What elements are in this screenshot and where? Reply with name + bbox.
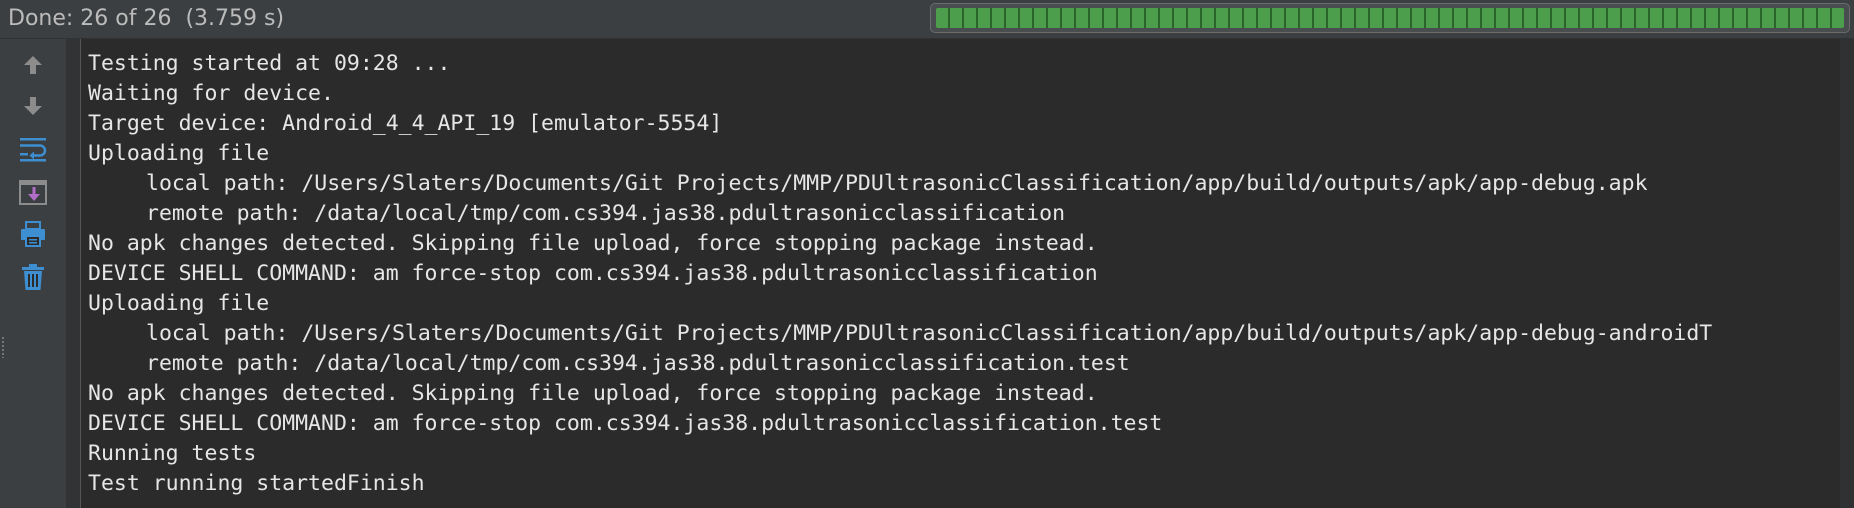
console-gutter <box>67 39 81 508</box>
console-line: local path: /Users/Slaters/Documents/Git… <box>146 171 1648 196</box>
test-status-text: Done: 26 of 26 (3.759 s) <box>8 6 285 31</box>
console-line: Testing started at 09:28 ... <box>88 51 451 76</box>
test-status-bar: Done: 26 of 26 (3.759 s) <box>0 0 1854 39</box>
console-line: No apk changes detected. Skipping file u… <box>88 381 1098 406</box>
console-line: remote path: /data/local/tmp/com.cs394.j… <box>146 351 1130 376</box>
up-arrow-icon <box>24 56 42 74</box>
console-line: Running tests <box>88 441 257 466</box>
console-line: local path: /Users/Slaters/Documents/Git… <box>146 321 1713 346</box>
console-line: Uploading file <box>88 291 270 316</box>
next-test-button[interactable] <box>17 90 49 122</box>
console-line: remote path: /data/local/tmp/com.cs394.j… <box>146 201 1066 226</box>
console-line: DEVICE SHELL COMMAND: am force-stop com.… <box>88 411 1163 436</box>
console-line: Waiting for device. <box>88 81 334 106</box>
scroll-to-end-icon <box>19 180 47 205</box>
console-output[interactable]: Testing started at 09:28 ... Waiting for … <box>88 49 1840 508</box>
test-progress-bar <box>930 3 1850 33</box>
rerun-previous-test-button[interactable] <box>17 49 49 81</box>
test-progress-fill <box>936 8 1844 28</box>
print-button[interactable] <box>17 218 49 250</box>
soft-wrap-button[interactable] <box>17 133 49 165</box>
print-icon <box>21 221 45 247</box>
console-toolbar <box>0 39 67 508</box>
vertical-scrollbar[interactable] <box>1840 39 1854 508</box>
scroll-to-end-button[interactable] <box>17 176 49 208</box>
trash-icon <box>22 264 44 290</box>
clear-all-button[interactable] <box>17 261 49 293</box>
down-arrow-icon <box>24 97 42 115</box>
console-line: Target device: Android_4_4_API_19 [emula… <box>88 111 723 136</box>
drag-grip-handle[interactable] <box>2 336 4 358</box>
console-line: Test running startedFinish <box>88 471 425 496</box>
console-line: No apk changes detected. Skipping file u… <box>88 231 1098 256</box>
console-line: Uploading file <box>88 141 270 166</box>
soft-wrap-icon <box>20 138 47 162</box>
console-line: DEVICE SHELL COMMAND: am force-stop com.… <box>88 261 1098 286</box>
